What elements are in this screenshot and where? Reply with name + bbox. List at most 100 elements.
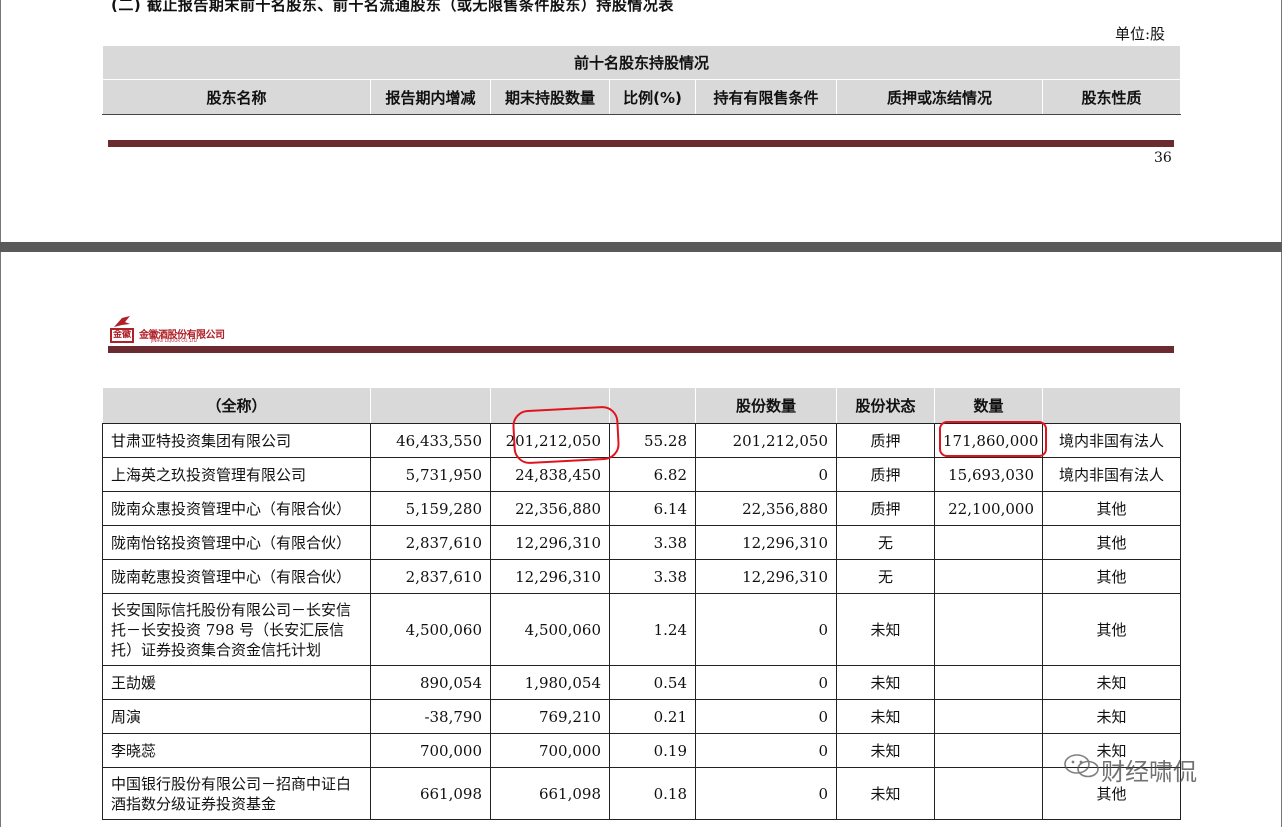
cell-held: 12,296,310	[490, 525, 610, 560]
page-number: 36	[1154, 150, 1172, 166]
table-row: 王劼媛 890,054 1,980,054 0.54 0 未知 未知	[102, 665, 1181, 700]
cell-nature: 其他	[1042, 491, 1181, 526]
cell-restricted: 0	[695, 733, 837, 768]
header-change: 报告期内增减	[370, 79, 491, 115]
company-logo: 金徽 金徽酒股份有限公司 JINHUI LIQUOR CO.,LTD	[109, 316, 249, 346]
cell-name: 陇南怡铭投资管理中心（有限合伙）	[102, 525, 371, 560]
cell-qty	[934, 767, 1043, 820]
cell-qty	[934, 665, 1043, 700]
cell-change: 46,433,550	[370, 423, 491, 458]
header-blank-4	[1042, 387, 1181, 424]
cell-name: 中国银行股份有限公司－招商中证白酒指数分级证券投资基金	[102, 767, 371, 820]
shareholder-table: （全称） 股份数量 股份状态 数量 甘肃亚特投资集团有限公司 46,433,55…	[102, 387, 1181, 820]
cell-held-circled: 201,212,050	[490, 405, 621, 465]
cell-ratio: 3.38	[609, 525, 696, 560]
cell-status: 无	[836, 559, 935, 594]
cell-nature: 境内非国有法人	[1042, 457, 1181, 492]
cell-status: 无	[836, 525, 935, 560]
cell-qty-circled: 171,860,000	[934, 421, 1047, 458]
table-header-row: （全称） 股份数量 股份状态 数量	[102, 387, 1181, 424]
cell-held: 700,000	[490, 733, 610, 768]
logo-box-text: 金徽	[110, 328, 134, 343]
page-divider	[0, 242, 1282, 252]
cell-change: -38,790	[370, 699, 491, 734]
cell-ratio: 0.21	[609, 699, 696, 734]
wechat-icon	[1064, 754, 1099, 778]
cell-restricted: 12,296,310	[695, 559, 837, 594]
cell-restricted: 12,296,310	[695, 525, 837, 560]
cell-name: 上海英之玖投资管理有限公司	[102, 457, 371, 492]
cell-ratio: 1.24	[609, 593, 696, 666]
header-blank-3	[609, 387, 696, 424]
cell-held: 24,838,450	[490, 457, 610, 492]
cell-restricted: 201,212,050	[695, 423, 837, 458]
logo-company-en: JINHUI LIQUOR CO.,LTD	[151, 338, 197, 343]
cell-ratio: 6.14	[609, 491, 696, 526]
bird-icon	[114, 316, 130, 327]
section-title: (二) 截止报告期末前十名股东、前十名流通股东（或无限售条件股东）持股情况表	[111, 0, 674, 14]
table-row: 周演 -38,790 769,210 0.21 0 未知 未知	[102, 699, 1181, 734]
cell-name: 王劼媛	[102, 665, 371, 700]
cell-held: 661,098	[490, 767, 610, 820]
cell-qty: 171,860,000	[943, 431, 1039, 450]
cell-qty	[934, 699, 1043, 734]
table-row: 陇南众惠投资管理中心（有限合伙） 5,159,280 22,356,880 6.…	[102, 491, 1181, 526]
top-header-table: 前十名股东持股情况 股东名称 报告期内增减 期末持股数量 比例(%) 持有有限售…	[101, 45, 1182, 115]
header-fullname: （全称）	[102, 387, 371, 424]
cell-change: 700,000	[370, 733, 491, 768]
cell-nature: 境内非国有法人	[1042, 423, 1181, 458]
cell-restricted: 0	[695, 593, 837, 666]
table-row: 李晓蕊 700,000 700,000 0.19 0 未知 未知	[102, 733, 1181, 768]
table-title: 前十名股东持股情况	[101, 45, 1182, 80]
logo-mark-icon: 金徽	[109, 316, 135, 344]
page-top: (二) 截止报告期末前十名股东、前十名流通股东（或无限售条件股东）持股情况表 单…	[0, 0, 1282, 242]
cell-change: 2,837,610	[370, 525, 491, 560]
unit-label: 单位:股	[1115, 25, 1166, 43]
header-share-status: 股份状态	[836, 387, 935, 424]
table-row: 陇南乾惠投资管理中心（有限合伙） 2,837,610 12,296,310 3.…	[102, 559, 1181, 594]
cell-held: 12,296,310	[490, 559, 610, 594]
cell-change: 890,054	[370, 665, 491, 700]
table-row: 中国银行股份有限公司－招商中证白酒指数分级证券投资基金 661,098 661,…	[102, 767, 1181, 820]
cell-nature: 其他	[1042, 593, 1181, 666]
cell-ratio: 0.19	[609, 733, 696, 768]
cell-nature: 未知	[1042, 665, 1181, 700]
header-ratio: 比例(%)	[609, 79, 696, 115]
page-bottom: 金徽 金徽酒股份有限公司 JINHUI LIQUOR CO.,LTD （全称） …	[0, 252, 1282, 827]
cell-qty	[934, 593, 1043, 666]
cell-held: 769,210	[490, 699, 610, 734]
cell-restricted: 0	[695, 665, 837, 700]
cell-status: 未知	[836, 699, 935, 734]
cell-qty	[934, 525, 1043, 560]
cell-restricted: 0	[695, 767, 837, 820]
cell-change: 5,731,950	[370, 457, 491, 492]
table-row: 甘肃亚特投资集团有限公司 46,433,550 201,212,050 55.2…	[102, 405, 1181, 465]
cell-change: 4,500,060	[370, 593, 491, 666]
cell-ratio: 6.82	[609, 457, 696, 492]
cell-status: 未知	[836, 767, 935, 820]
cell-change: 5,159,280	[370, 491, 491, 526]
cell-ratio: 0.54	[609, 665, 696, 700]
footer-rule	[108, 140, 1174, 147]
header-blank-2	[490, 387, 610, 424]
cell-restricted: 0	[695, 457, 837, 492]
cell-nature: 未知	[1042, 699, 1181, 734]
header-blank-1	[370, 387, 491, 424]
watermark-text: 财经啸侃	[1101, 758, 1197, 786]
header-pledge: 质押或冻结情况	[836, 79, 1043, 115]
table-row: 长安国际信托股份有限公司－长安信托－长安投资 798 号（长安汇辰信托）证券投资…	[102, 593, 1181, 666]
cell-name: 甘肃亚特投资集团有限公司	[102, 423, 371, 458]
cell-held: 201,212,050	[505, 431, 601, 450]
table-row: 上海英之玖投资管理有限公司 5,731,950 24,838,450 6.82 …	[102, 457, 1181, 492]
cell-held: 1,980,054	[490, 665, 610, 700]
cell-status: 未知	[836, 733, 935, 768]
cell-restricted: 0	[695, 699, 837, 734]
header-restricted: 持有有限售条件	[695, 79, 837, 115]
cell-name: 长安国际信托股份有限公司－长安信托－长安投资 798 号（长安汇辰信托）证券投资…	[102, 593, 371, 666]
cell-held: 4,500,060	[490, 593, 610, 666]
cell-ratio: 0.18	[609, 767, 696, 820]
cell-qty	[934, 733, 1043, 768]
cell-name: 陇南众惠投资管理中心（有限合伙）	[102, 491, 371, 526]
header-rule	[108, 346, 1174, 353]
cell-status: 质押	[836, 491, 935, 526]
